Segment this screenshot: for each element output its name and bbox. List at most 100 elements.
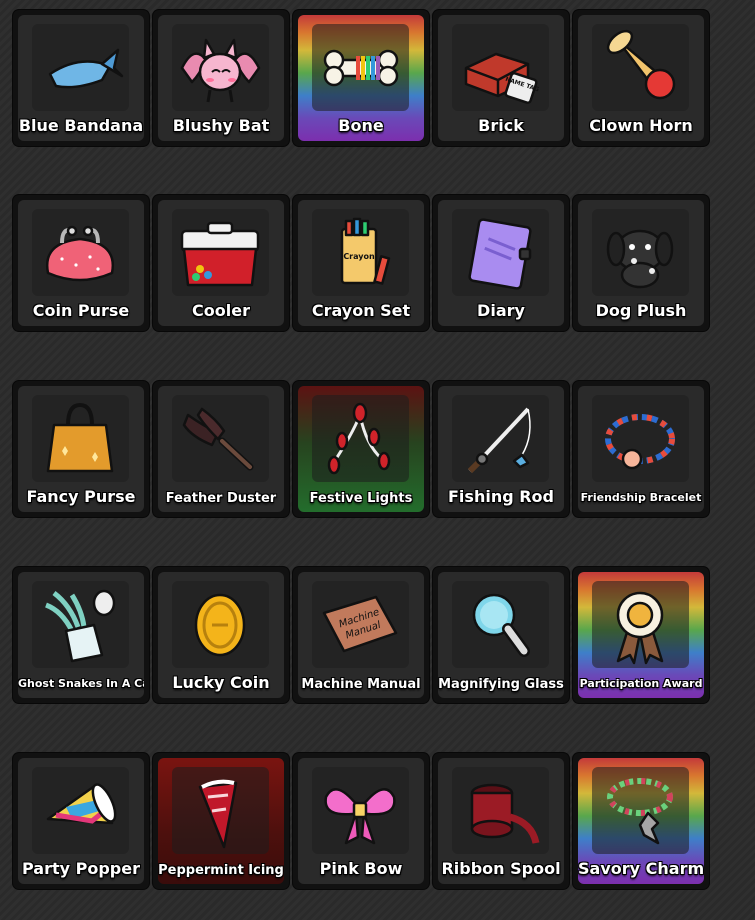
inventory-tile-magnifying-glass[interactable]: Magnifying Glass [433, 567, 569, 703]
inventory-grid: Blue Bandana Blushy Bat Bone NAME TAG Brick C… [0, 0, 755, 920]
lucky-coin-icon [172, 581, 269, 668]
tile-background: Blue Bandana [18, 15, 144, 141]
inventory-tile-coin-purse[interactable]: Coin Purse [13, 195, 149, 331]
inventory-tile-participation-award[interactable]: Participation Award [573, 567, 709, 703]
item-name-label: Magnifying Glass [438, 677, 564, 692]
item-name-label: Fancy Purse [26, 487, 136, 506]
item-name-label: Peppermint Icing [158, 863, 284, 878]
tile-background: Party Popper [18, 758, 144, 884]
tile-background: Cooler [158, 200, 284, 326]
inventory-tile-festive-lights[interactable]: Festive Lights [293, 381, 429, 517]
manual-icon: Machine Manual [312, 581, 409, 668]
inventory-tile-peppermint-icing[interactable]: Peppermint Icing [153, 753, 289, 889]
bow-icon [312, 767, 409, 854]
ribbon-spool-icon [452, 767, 549, 854]
tile-background: Clown Horn [578, 15, 704, 141]
inventory-tile-savory-charm[interactable]: Savory Charm [573, 753, 709, 889]
inventory-tile-friendship-bracelet[interactable]: Friendship Bracelet [573, 381, 709, 517]
inventory-tile-ribbon-spool[interactable]: Ribbon Spool [433, 753, 569, 889]
magnifying-glass-icon [452, 581, 549, 668]
bandana-icon [32, 24, 129, 111]
item-name-label: Coin Purse [32, 301, 130, 320]
inventory-tile-pink-bow[interactable]: Pink Bow [293, 753, 429, 889]
item-name-label: Diary [477, 301, 525, 320]
fancy-purse-icon [32, 395, 129, 482]
crayon-set-icon: Crayon [312, 209, 409, 296]
inventory-tile-dog-plush[interactable]: Dog Plush [573, 195, 709, 331]
tile-background: Coin Purse [18, 200, 144, 326]
inventory-tile-lucky-coin[interactable]: Lucky Coin [153, 567, 289, 703]
charm-icon [592, 767, 689, 854]
festive-lights-icon [312, 395, 409, 482]
item-name-label: Dog Plush [595, 301, 687, 320]
horn-icon [592, 24, 689, 111]
inventory-tile-blushy-bat[interactable]: Blushy Bat [153, 10, 289, 146]
tile-background: Festive Lights [298, 386, 424, 512]
item-name-label: Feather Duster [165, 491, 277, 506]
tile-background: NAME TAG Brick [438, 15, 564, 141]
tile-background: Blushy Bat [158, 15, 284, 141]
item-name-label: Blushy Bat [172, 116, 270, 135]
tile-background: Pink Bow [298, 758, 424, 884]
item-name-label: Lucky Coin [172, 673, 270, 692]
item-name-label: Pink Bow [319, 859, 403, 878]
tile-background: Crayon Crayon Set [298, 200, 424, 326]
inventory-tile-ghost-snakes-in-a-can[interactable]: Ghost Snakes In A Can [13, 567, 149, 703]
tile-background: Machine Manual Machine Manual [298, 572, 424, 698]
tile-background: Peppermint Icing [158, 758, 284, 884]
tile-background: Feather Duster [158, 386, 284, 512]
dog-plush-icon [592, 209, 689, 296]
icing-bag-icon [172, 767, 269, 854]
svg-text:Crayon: Crayon [343, 252, 375, 261]
item-name-label: Ribbon Spool [441, 859, 561, 878]
inventory-tile-party-popper[interactable]: Party Popper [13, 753, 149, 889]
item-name-label: Party Popper [22, 859, 140, 878]
ghost-snakes-icon [32, 581, 129, 668]
inventory-tile-machine-manual[interactable]: Machine Manual Machine Manual [293, 567, 429, 703]
item-name-label: Cooler [192, 301, 250, 320]
item-name-label: Ghost Snakes In A Can [18, 677, 144, 690]
inventory-tile-fancy-purse[interactable]: Fancy Purse [13, 381, 149, 517]
bat-icon [172, 24, 269, 111]
item-name-label: Blue Bandana [18, 116, 144, 135]
bracelet-icon [592, 395, 689, 482]
item-name-label: Festive Lights [309, 491, 413, 506]
cooler-icon [172, 209, 269, 296]
tile-background: Ghost Snakes In A Can [18, 572, 144, 698]
item-name-label: Fishing Rod [448, 487, 554, 506]
inventory-tile-feather-duster[interactable]: Feather Duster [153, 381, 289, 517]
inventory-tile-fishing-rod[interactable]: Fishing Rod [433, 381, 569, 517]
inventory-tile-brick[interactable]: NAME TAG Brick [433, 10, 569, 146]
tile-background: Ribbon Spool [438, 758, 564, 884]
item-name-label: Machine Manual [301, 677, 421, 692]
tile-background: Bone [298, 15, 424, 141]
tile-background: Fancy Purse [18, 386, 144, 512]
party-popper-icon [32, 767, 129, 854]
diary-icon [452, 209, 549, 296]
item-name-label: Bone [338, 116, 384, 135]
brick-icon: NAME TAG [452, 24, 549, 111]
item-name-label: Clown Horn [589, 116, 693, 135]
item-name-label: Participation Award [579, 677, 703, 690]
item-name-label: Brick [478, 116, 524, 135]
item-name-label: Friendship Bracelet [580, 491, 702, 504]
inventory-tile-bone[interactable]: Bone [293, 10, 429, 146]
inventory-tile-diary[interactable]: Diary [433, 195, 569, 331]
fishing-rod-icon [452, 395, 549, 482]
tile-background: Magnifying Glass [438, 572, 564, 698]
coin-purse-icon [32, 209, 129, 296]
item-name-label: Savory Charm [578, 859, 704, 878]
item-name-label: Crayon Set [311, 301, 411, 320]
bone-icon [312, 24, 409, 111]
tile-background: Lucky Coin [158, 572, 284, 698]
inventory-tile-cooler[interactable]: Cooler [153, 195, 289, 331]
inventory-tile-crayon-set[interactable]: Crayon Crayon Set [293, 195, 429, 331]
inventory-tile-blue-bandana[interactable]: Blue Bandana [13, 10, 149, 146]
tile-background: Friendship Bracelet [578, 386, 704, 512]
tile-background: Diary [438, 200, 564, 326]
inventory-tile-clown-horn[interactable]: Clown Horn [573, 10, 709, 146]
feather-duster-icon [172, 395, 269, 482]
tile-background: Savory Charm [578, 758, 704, 884]
award-ribbon-icon [592, 581, 689, 668]
tile-background: Fishing Rod [438, 386, 564, 512]
